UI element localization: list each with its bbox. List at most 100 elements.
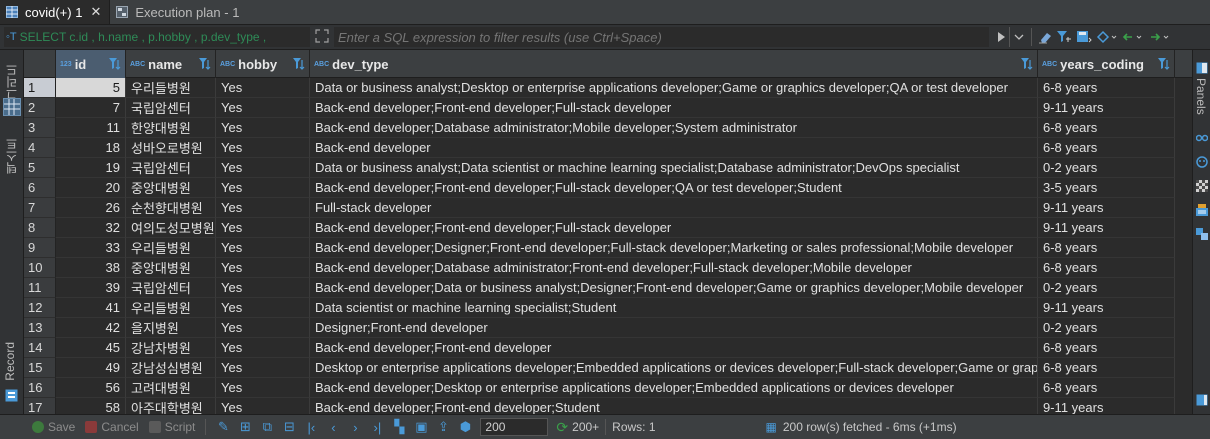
cell-id[interactable]: 32: [56, 218, 126, 238]
cell-id[interactable]: 41: [56, 298, 126, 318]
column-header-hobby[interactable]: ABC hobby: [216, 50, 310, 78]
fetch-next-button[interactable]: ⟳ 200+: [556, 419, 599, 436]
cell-hobby[interactable]: Yes: [216, 398, 310, 414]
fetch-settings-icon[interactable]: ⬢: [458, 419, 472, 435]
cell-years_coding[interactable]: 3-5 years: [1038, 178, 1175, 198]
cell-dev_type[interactable]: Desktop or enterprise applications devel…: [310, 358, 1038, 378]
cell-name[interactable]: 중앙대병원: [126, 178, 216, 198]
row-number[interactable]: 4: [24, 138, 56, 158]
fetch-size-input[interactable]: [480, 418, 549, 436]
panel-toggle-icon[interactable]: [1196, 394, 1208, 406]
cell-id[interactable]: 19: [56, 158, 126, 178]
cell-years_coding[interactable]: 0-2 years: [1038, 278, 1175, 298]
expand-icon[interactable]: [314, 29, 330, 45]
delete-row-icon[interactable]: ⊟: [282, 419, 296, 435]
cell-name[interactable]: 국립암센터: [126, 278, 216, 298]
apply-filter-icon[interactable]: [993, 27, 1009, 47]
cell-years_coding[interactable]: 6-8 years: [1038, 338, 1175, 358]
cell-id[interactable]: 7: [56, 98, 126, 118]
cell-years_coding[interactable]: 0-2 years: [1038, 158, 1175, 178]
cell-name[interactable]: 성바오로병원: [126, 138, 216, 158]
row-number[interactable]: 11: [24, 278, 56, 298]
previous-page-icon[interactable]: ‹: [326, 420, 340, 435]
cell-id[interactable]: 11: [56, 118, 126, 138]
edit-cell-icon[interactable]: ✎: [216, 419, 230, 435]
cell-hobby[interactable]: Yes: [216, 318, 310, 338]
cell-dev_type[interactable]: Back-end developer;Front-end developer: [310, 338, 1038, 358]
cell-id[interactable]: 58: [56, 398, 126, 414]
cell-name[interactable]: 우리들병원: [126, 78, 216, 98]
record-view-tab[interactable]: Record: [3, 342, 17, 381]
metadata-icon[interactable]: [1196, 204, 1208, 216]
cell-id[interactable]: 20: [56, 178, 126, 198]
cell-dev_type[interactable]: Back-end developer;Database administrato…: [310, 118, 1038, 138]
row-number[interactable]: 3: [24, 118, 56, 138]
column-header-years_coding[interactable]: ABC years_coding: [1038, 50, 1175, 78]
column-filter-icon[interactable]: [198, 57, 212, 71]
row-number[interactable]: 14: [24, 338, 56, 358]
references-icon[interactable]: [1196, 228, 1208, 240]
tab-results[interactable]: covid(+) 1 ✕: [0, 0, 111, 24]
cell-id[interactable]: 38: [56, 258, 126, 278]
cell-name[interactable]: 을지병원: [126, 318, 216, 338]
row-number[interactable]: 2: [24, 98, 56, 118]
cell-hobby[interactable]: Yes: [216, 158, 310, 178]
cell-years_coding[interactable]: 9-11 years: [1038, 298, 1175, 318]
cell-years_coding[interactable]: 6-8 years: [1038, 118, 1175, 138]
cell-hobby[interactable]: Yes: [216, 98, 310, 118]
cell-dev_type[interactable]: Back-end developer;Designer;Front-end de…: [310, 238, 1038, 258]
column-filter-icon[interactable]: [1157, 57, 1171, 71]
panels-icon[interactable]: [1196, 62, 1208, 74]
row-number[interactable]: 10: [24, 258, 56, 278]
cell-hobby[interactable]: Yes: [216, 178, 310, 198]
cell-hobby[interactable]: Yes: [216, 138, 310, 158]
save-filter-icon[interactable]: [1074, 27, 1094, 47]
panels-label[interactable]: Panels: [1194, 78, 1208, 115]
row-number[interactable]: 9: [24, 238, 56, 258]
filter-settings-icon[interactable]: [1054, 27, 1074, 47]
cell-years_coding[interactable]: 6-8 years: [1038, 358, 1175, 378]
cell-dev_type[interactable]: Back-end developer;Data or business anal…: [310, 278, 1038, 298]
cell-years_coding[interactable]: 6-8 years: [1038, 238, 1175, 258]
cell-dev_type[interactable]: Data or business analyst;Data scientist …: [310, 158, 1038, 178]
refresh-options-icon[interactable]: [1094, 27, 1120, 47]
column-header-id[interactable]: 123 id: [56, 50, 126, 78]
cell-id[interactable]: 5: [56, 78, 126, 98]
grouping-icon[interactable]: [1196, 180, 1208, 192]
cell-dev_type[interactable]: Back-end developer;Front-end developer;F…: [310, 178, 1038, 198]
row-number[interactable]: 7: [24, 198, 56, 218]
filter-history-dropdown-icon[interactable]: [1009, 27, 1027, 47]
cell-years_coding[interactable]: 9-11 years: [1038, 98, 1175, 118]
cell-id[interactable]: 56: [56, 378, 126, 398]
close-icon[interactable]: ✕: [90, 4, 101, 20]
cell-years_coding[interactable]: 9-11 years: [1038, 198, 1175, 218]
text-view-tab[interactable]: 텍스트: [3, 138, 20, 174]
cell-dev_type[interactable]: Back-end developer;Front-end developer;S…: [310, 398, 1038, 414]
cell-years_coding[interactable]: 0-2 years: [1038, 318, 1175, 338]
copy-row-icon[interactable]: ⧉: [260, 419, 274, 435]
sql-query-preview[interactable]: ◦T SELECT c.id , h.name , p.hobby , p.de…: [4, 27, 310, 47]
first-page-icon[interactable]: |‹: [304, 420, 318, 435]
row-number[interactable]: 1: [24, 78, 56, 98]
cell-years_coding[interactable]: 9-11 years: [1038, 398, 1175, 414]
column-header-dev_type[interactable]: ABC dev_type: [310, 50, 1038, 78]
cell-hobby[interactable]: Yes: [216, 78, 310, 98]
cell-dev_type[interactable]: Data or business analyst;Desktop or ente…: [310, 78, 1038, 98]
cell-name[interactable]: 순천향대병원: [126, 198, 216, 218]
column-filter-icon[interactable]: [292, 57, 306, 71]
cell-name[interactable]: 아주대학병원: [126, 398, 216, 414]
cell-name[interactable]: 우리들병원: [126, 238, 216, 258]
save-button[interactable]: Save: [32, 420, 75, 434]
cell-dev_type[interactable]: Designer;Front-end developer: [310, 318, 1038, 338]
cell-name[interactable]: 강남차병원: [126, 338, 216, 358]
cell-hobby[interactable]: Yes: [216, 238, 310, 258]
row-number[interactable]: 17: [24, 398, 56, 414]
value-viewer-icon[interactable]: [1195, 132, 1209, 144]
cell-id[interactable]: 49: [56, 358, 126, 378]
cell-dev_type[interactable]: Back-end developer;Front-end developer;F…: [310, 218, 1038, 238]
cell-name[interactable]: 중앙대병원: [126, 258, 216, 278]
cell-hobby[interactable]: Yes: [216, 118, 310, 138]
cell-years_coding[interactable]: 6-8 years: [1038, 138, 1175, 158]
cell-name[interactable]: 한양대병원: [126, 118, 216, 138]
cell-name[interactable]: 여의도성모병원: [126, 218, 216, 238]
